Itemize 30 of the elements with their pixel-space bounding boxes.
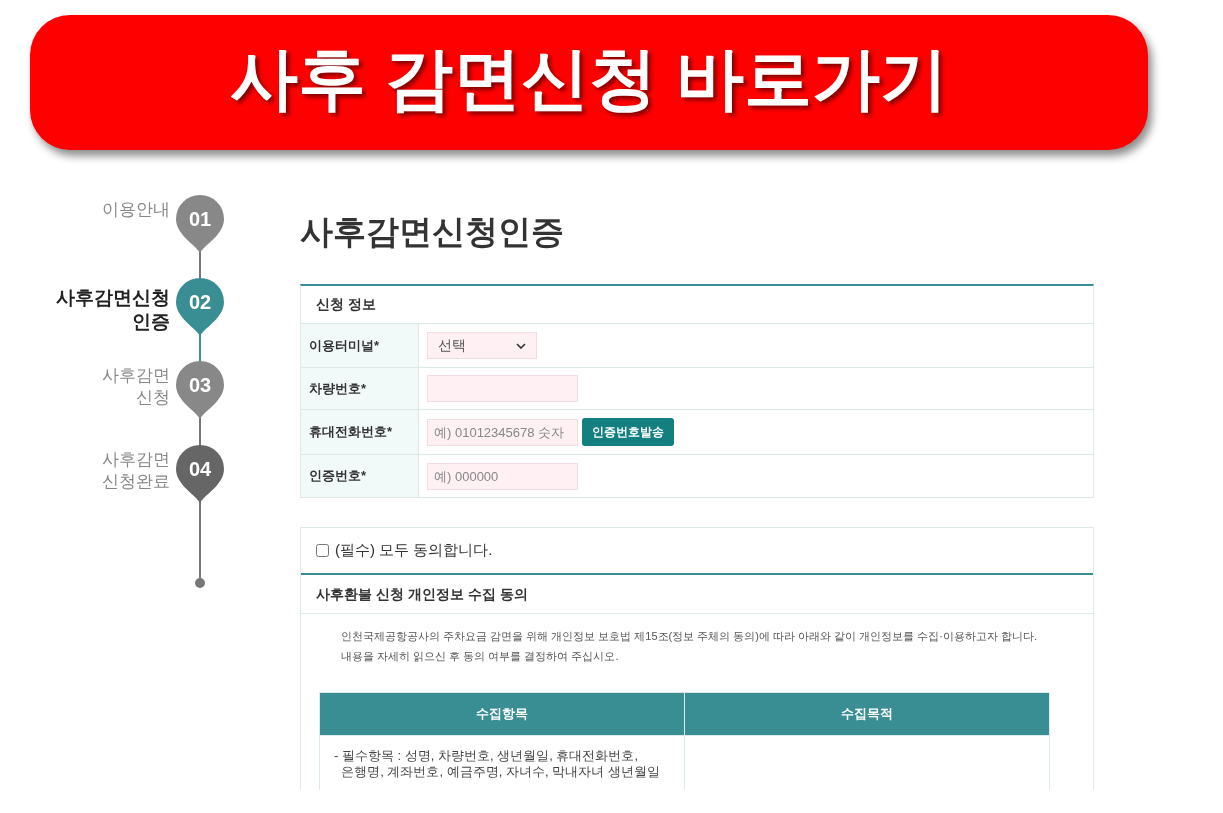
chevron-down-icon	[516, 342, 526, 349]
step-label[interactable]: 사후감면 신청완료	[102, 449, 170, 493]
intro-text: 내용을 자세히 읽으신 후 동의 여부를 결정하여 주십시오.	[341, 649, 620, 664]
field-label: 휴대전화번호*	[301, 410, 419, 454]
agree-all-label: (필수) 모두 동의합니다.	[335, 540, 493, 561]
field-label: 차량번호*	[301, 368, 419, 409]
column-header: 수집목적	[684, 692, 1050, 736]
section-heading: 신청 정보	[316, 295, 376, 314]
step-number: 04	[187, 457, 213, 481]
terminal-select[interactable]: 선택	[427, 332, 537, 359]
input-field[interactable]	[427, 375, 578, 402]
step-number: 01	[187, 207, 213, 231]
page-title: 사후감면신청인증	[300, 215, 564, 248]
step-label[interactable]: 이용안내	[102, 199, 170, 221]
send-code-button[interactable]: 인증번호발송	[582, 418, 674, 446]
input-field[interactable]: 예) 000000	[427, 462, 578, 490]
step-label[interactable]: 사후감면신청 인증	[56, 286, 170, 334]
field-label: 이용터미널*	[301, 324, 419, 367]
field-label: 인증번호*	[301, 455, 419, 497]
agree-all-checkbox[interactable]	[316, 544, 329, 557]
intro-text: 인천국제공항공사의 주차요금 감면을 위해 개인정보 보호법 제15조(정보 주체의 동의)에 따라 아래와 같이 개인정보를 수집·이용하고자 합니다.	[341, 629, 1039, 644]
table-cell-text: - 필수항목 : 성명, 차량번호, 생년월일, 휴대전화번호, 은행명, 계좌번호, 예금주명, 자녀수, 막내자녀 생년월일	[334, 748, 661, 780]
input-field[interactable]: 예) 01012345678 숫자	[427, 418, 578, 446]
banner-title: 사후 감면신청 바로가기	[230, 43, 948, 112]
column-header: 수집항목	[319, 692, 685, 736]
section-heading: 사후환불 신청 개인정보 수집 동의	[316, 584, 528, 604]
step-number: 02	[187, 290, 213, 314]
banner[interactable]: 사후 감면신청 바로가기	[30, 15, 1148, 150]
step-number: 03	[187, 373, 213, 397]
step-label[interactable]: 사후감면 신청	[102, 365, 170, 409]
